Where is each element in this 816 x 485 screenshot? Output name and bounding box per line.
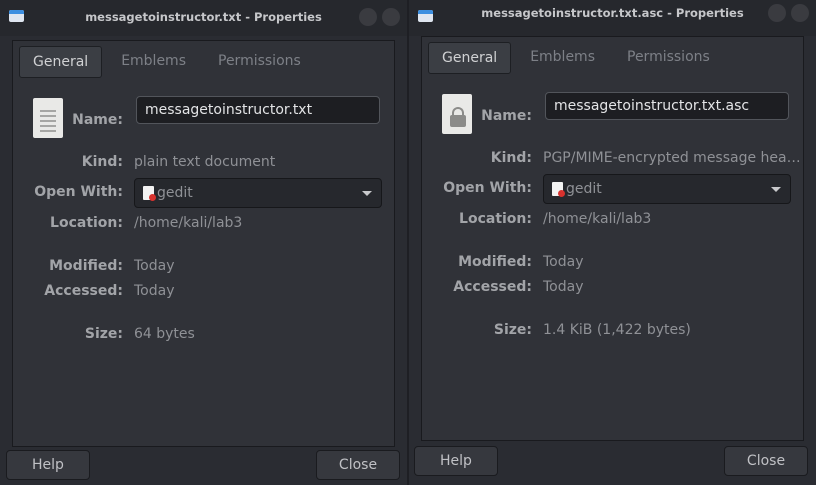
modified-label: Modified: — [458, 254, 532, 270]
window-title: messagetoinstructor.txt.asc - Properties — [481, 6, 744, 20]
location-label: Location: — [459, 211, 532, 227]
titlebar[interactable]: messagetoinstructor.txt - Properties — [0, 0, 407, 36]
properties-window-txt: messagetoinstructor.txt - Properties Gen… — [0, 0, 407, 485]
name-field[interactable]: messagetoinstructor.txt.asc — [545, 92, 789, 120]
tab-permissions[interactable]: Permissions — [205, 46, 314, 76]
kind-label: Kind: — [490, 150, 532, 166]
tab-general[interactable]: General — [19, 46, 103, 78]
name-field[interactable]: messagetoinstructor.txt — [136, 96, 380, 124]
chevron-down-icon — [362, 191, 372, 196]
tab-bar: General Emblems Permissions — [19, 46, 320, 78]
close-window-button[interactable] — [791, 4, 809, 22]
gedit-icon — [552, 182, 565, 197]
open-with-value: gedit — [157, 185, 193, 201]
name-label: Name: — [72, 112, 123, 128]
kind-label: Kind: — [81, 154, 123, 170]
open-with-value: gedit — [566, 181, 602, 197]
titlebar[interactable]: messagetoinstructor.txt.asc - Properties — [409, 0, 816, 36]
properties-window-asc: messagetoinstructor.txt.asc - Properties… — [409, 0, 816, 485]
location-value: /home/kali/lab3 — [134, 215, 243, 231]
open-with-label: Open With: — [34, 184, 123, 200]
accessed-label: Accessed: — [44, 283, 123, 299]
help-button[interactable]: Help — [414, 446, 498, 476]
location-value: /home/kali/lab3 — [543, 211, 652, 227]
close-button[interactable]: Close — [724, 446, 808, 476]
size-label: Size: — [493, 322, 532, 338]
tab-general[interactable]: General — [428, 42, 512, 74]
kind-value: PGP/MIME-encrypted message hea… — [543, 150, 801, 166]
accessed-value: Today — [543, 279, 584, 295]
accessed-label: Accessed: — [453, 279, 532, 295]
modified-label: Modified: — [49, 258, 123, 274]
close-window-button[interactable] — [382, 8, 400, 26]
minimize-button[interactable] — [768, 4, 786, 22]
tab-bar: General Emblems Permissions — [428, 42, 729, 74]
size-value: 1.4 KiB (1,422 bytes) — [543, 322, 691, 338]
open-with-label: Open With: — [443, 180, 532, 196]
size-label: Size: — [84, 326, 123, 342]
chevron-down-icon — [771, 187, 781, 192]
help-button[interactable]: Help — [6, 450, 90, 480]
size-value: 64 bytes — [134, 326, 195, 342]
location-label: Location: — [50, 215, 123, 231]
window-title: messagetoinstructor.txt - Properties — [85, 10, 322, 24]
open-with-dropdown[interactable]: gedit — [134, 178, 382, 208]
modified-value: Today — [134, 258, 175, 274]
tab-emblems[interactable]: Emblems — [517, 42, 608, 72]
name-label: Name: — [481, 108, 532, 124]
modified-value: Today — [543, 254, 584, 270]
properties-panel: General Emblems Permissions Name: messag… — [12, 40, 395, 447]
minimize-button[interactable] — [359, 8, 377, 26]
tab-emblems[interactable]: Emblems — [108, 46, 199, 76]
gedit-icon — [143, 186, 156, 201]
open-with-dropdown[interactable]: gedit — [543, 174, 791, 204]
tab-permissions[interactable]: Permissions — [614, 42, 723, 72]
accessed-value: Today — [134, 283, 175, 299]
close-button[interactable]: Close — [316, 450, 400, 480]
kind-value: plain text document — [134, 154, 276, 170]
properties-panel: General Emblems Permissions Name: messag… — [421, 36, 804, 441]
